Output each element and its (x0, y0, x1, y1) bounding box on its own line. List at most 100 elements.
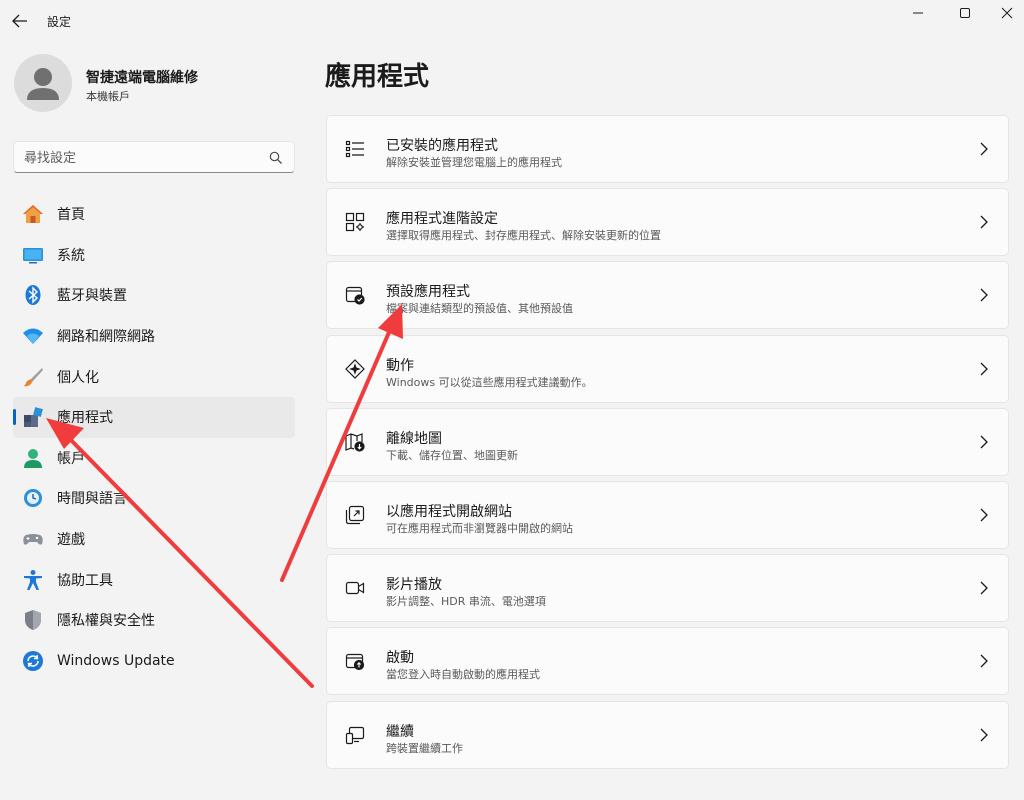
minimize-button[interactable] (895, 0, 941, 26)
sidebar-item-label: 協助工具 (57, 572, 113, 589)
card-description: 可在應用程式而非瀏覽器中開啟的網站 (386, 521, 573, 535)
card-description: 跨裝置繼續工作 (386, 741, 463, 755)
card-title: 動作 (386, 357, 414, 374)
chevron-right-icon (978, 288, 990, 302)
user-avatar-icon (27, 68, 59, 100)
brush-icon (22, 366, 44, 388)
chevron-right-icon (978, 654, 990, 668)
installed-apps-icon (344, 138, 366, 160)
sidebar-item-bluetooth[interactable]: 藍牙與裝置 (13, 275, 295, 316)
sidebar-item-label: 網路和網際網路 (57, 329, 155, 346)
card-offline-maps[interactable]: 離線地圖 下載、儲存位置、地圖更新 (326, 407, 1009, 476)
back-arrow-icon (12, 14, 27, 28)
sidebar-item-label: 系統 (57, 247, 85, 264)
page-title: 應用程式 (325, 62, 430, 92)
card-description: 解除安裝並管理您電腦上的應用程式 (386, 156, 562, 169)
chevron-right-icon (978, 435, 990, 449)
resume-icon (344, 724, 366, 746)
video-playback-icon (344, 577, 366, 599)
card-description: 選擇取得應用程式、封存應用程式、解除安裝更新的位置 (386, 229, 661, 243)
card-description: 檔案與連結類型的預設值、其他預設值 (386, 302, 573, 316)
sidebar-item-label: 個人化 (57, 369, 99, 386)
chevron-right-icon (978, 215, 990, 229)
windows-update-icon (22, 650, 44, 672)
sidebar-item-label: 首頁 (57, 207, 85, 224)
sidebar-item-time-language[interactable]: 時間與語言 (13, 478, 295, 519)
card-default-apps[interactable]: 預設應用程式 檔案與連結類型的預設值、其他預設值 (326, 261, 1009, 330)
chevron-right-icon (978, 728, 990, 742)
actions-icon (344, 358, 366, 380)
apps-icon (22, 406, 44, 428)
sidebar-item-label: 隱私權與安全性 (57, 613, 155, 630)
sidebar-item-apps[interactable]: 應用程式 (13, 396, 295, 438)
card-actions[interactable]: 動作 Windows 可以從這些應用程式建議動作。 (326, 334, 1009, 403)
sidebar-item-system[interactable]: 系統 (13, 235, 295, 276)
home-icon (22, 203, 44, 225)
sidebar-item-label: 時間與語言 (57, 491, 127, 508)
sidebar-item-personalization[interactable]: 個人化 (13, 356, 295, 397)
account-type: 本機帳戶 (86, 90, 130, 103)
card-title: 以應用程式開啟網站 (386, 503, 512, 520)
time-language-icon (22, 487, 44, 509)
wifi-icon (22, 325, 44, 347)
gamepad-icon (22, 528, 44, 550)
sidebar-item-label: Windows Update (57, 652, 175, 669)
sidebar-item-network[interactable]: 網路和網際網路 (13, 316, 295, 357)
sidebar-item-home[interactable]: 首頁 (13, 194, 295, 235)
open-website-icon (344, 504, 366, 526)
card-description: 下載、儲存位置、地圖更新 (386, 448, 518, 462)
card-title: 啟動 (386, 650, 414, 667)
card-description: 影片調整、HDR 串流、電池選項 (386, 595, 546, 609)
card-installed-apps[interactable]: 已安裝的應用程式 解除安裝並管理您電腦上的應用程式 (326, 115, 1009, 183)
accessibility-icon (22, 569, 44, 591)
sidebar-item-label: 帳戶 (57, 450, 85, 467)
offline-maps-icon (344, 431, 366, 453)
bluetooth-icon (22, 284, 44, 306)
minimize-icon (913, 12, 923, 14)
default-apps-icon (344, 284, 366, 306)
title-bar: 設定 (0, 0, 1024, 44)
settings-card-list: 已安裝的應用程式 解除安裝並管理您電腦上的應用程式 應用程式進階設定 選擇取得應… (326, 115, 1009, 774)
card-title: 應用程式進階設定 (386, 211, 498, 228)
close-button[interactable] (984, 0, 1024, 26)
sidebar-nav: 首頁 系統 藍牙與裝置 網路和網際網路 個人化 應用程式 帳戶 時間與語言 遊戲… (13, 194, 295, 681)
card-resume[interactable]: 繼續 跨裝置繼續工作 (326, 700, 1009, 769)
shield-icon (22, 609, 44, 631)
chevron-right-icon (978, 581, 990, 595)
sidebar-item-accounts[interactable]: 帳戶 (13, 438, 295, 479)
card-description: Windows 可以從這些應用程式建議動作。 (386, 375, 593, 389)
sidebar-item-windows-update[interactable]: Windows Update (13, 641, 295, 682)
card-title: 預設應用程式 (386, 284, 470, 301)
card-title: 已安裝的應用程式 (386, 138, 498, 154)
sidebar-item-accessibility[interactable]: 協助工具 (13, 559, 295, 600)
sidebar-item-privacy-security[interactable]: 隱私權與安全性 (13, 600, 295, 641)
chevron-right-icon (978, 142, 990, 156)
maximize-icon (960, 8, 970, 18)
back-button[interactable] (10, 10, 30, 32)
search-input[interactable] (24, 148, 264, 168)
card-title: 離線地圖 (386, 430, 442, 447)
system-icon (22, 244, 44, 266)
close-icon (1001, 7, 1013, 19)
card-title: 繼續 (386, 723, 414, 740)
search-box[interactable] (13, 141, 295, 173)
active-indicator (13, 408, 16, 425)
card-startup[interactable]: 啟動 當您登入時自動啟動的應用程式 (326, 627, 1009, 696)
sidebar-item-label: 藍牙與裝置 (57, 288, 127, 305)
user-name: 智捷遠端電腦維修 (86, 70, 198, 86)
card-title: 影片播放 (386, 577, 442, 594)
search-icon[interactable] (269, 151, 283, 165)
window-title: 設定 (47, 15, 72, 29)
maximize-button[interactable] (942, 0, 988, 26)
sidebar-item-label: 應用程式 (57, 410, 113, 427)
chevron-right-icon (978, 508, 990, 522)
card-apps-for-websites[interactable]: 以應用程式開啟網站 可在應用程式而非瀏覽器中開啟的網站 (326, 480, 1009, 549)
avatar[interactable] (14, 54, 72, 112)
account-icon (22, 447, 44, 469)
sidebar-item-label: 遊戲 (57, 532, 85, 549)
card-description: 當您登入時自動啟動的應用程式 (386, 668, 540, 682)
card-video-playback[interactable]: 影片播放 影片調整、HDR 串流、電池選項 (326, 554, 1009, 623)
sidebar-item-gaming[interactable]: 遊戲 (13, 519, 295, 560)
card-advanced-app-settings[interactable]: 應用程式進階設定 選擇取得應用程式、封存應用程式、解除安裝更新的位置 (326, 188, 1009, 257)
advanced-app-settings-icon (344, 211, 366, 233)
